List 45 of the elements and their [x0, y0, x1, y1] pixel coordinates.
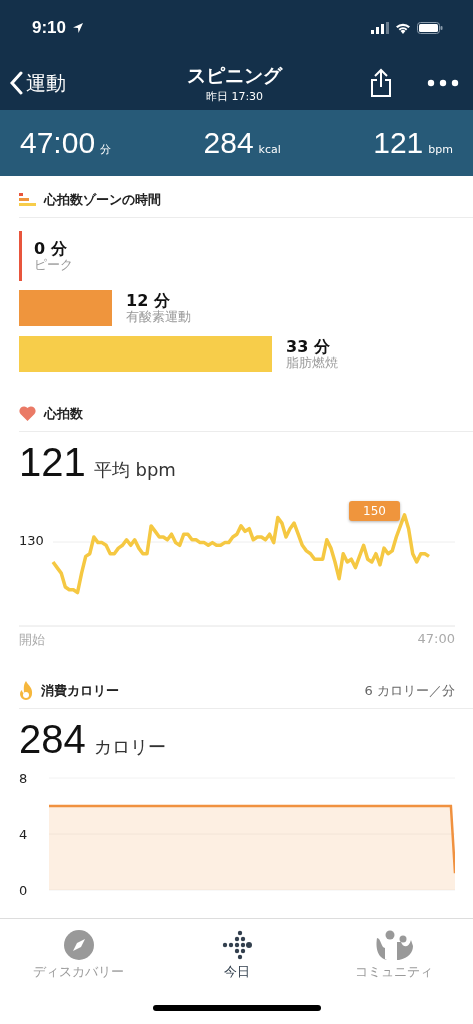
battery-icon — [417, 22, 443, 34]
dots-logo-icon — [221, 929, 252, 960]
wifi-icon — [395, 22, 411, 34]
section-title: 心拍数ゾーンの時間 — [44, 190, 162, 209]
heart-icon — [19, 406, 36, 421]
zone-name: ピーク — [34, 257, 73, 272]
back-button[interactable]: 運動 — [10, 69, 130, 97]
location-icon — [72, 22, 85, 34]
axis-tick: 8 — [19, 771, 28, 786]
average-heart-rate: 121 — [19, 440, 86, 485]
summary-value: 47:00 — [20, 126, 96, 160]
axis-tick: 0 — [19, 883, 28, 898]
summary-unit: kcal — [258, 143, 281, 156]
axis-tick: 130 — [19, 533, 44, 548]
flame-icon — [19, 680, 33, 701]
zone-minutes: 33 分 — [286, 338, 330, 356]
section-title: 消費カロリー — [41, 681, 120, 700]
calories-total: 284 — [19, 717, 86, 762]
summary-unit: bpm — [428, 143, 453, 156]
summary-value: 284 — [203, 126, 254, 160]
status-time: 9:10 — [32, 18, 67, 38]
share-icon[interactable] — [369, 68, 393, 98]
zone-name: 脂肪燃焼 — [286, 355, 338, 370]
signal-icon — [371, 22, 389, 34]
tab[interactable]: 今日 — [157, 919, 316, 991]
calories-unit: カロリー — [93, 735, 166, 759]
compass-icon — [63, 929, 94, 960]
chevron-left-icon — [10, 71, 24, 95]
workout-date: 昨日 17:30 — [205, 88, 264, 104]
summary-value: 121 — [373, 126, 424, 160]
section-title: 心拍数 — [44, 404, 84, 423]
heart-rate-unit: 平均 bpm — [93, 458, 176, 482]
axis-tick: 4 — [19, 827, 28, 842]
zone-minutes: 0 分 — [34, 240, 68, 258]
calorie-rate: 6 カロリー／分 — [364, 681, 455, 700]
more-icon[interactable] — [427, 79, 459, 87]
axis-label: 47:00 — [417, 631, 455, 648]
peak-badge: 150 — [349, 501, 400, 521]
axis-label: 開始 — [19, 631, 45, 649]
zone-minutes: 12 分 — [126, 292, 170, 310]
workout-title: スピニング — [187, 62, 282, 88]
summary-unit: 分 — [100, 142, 112, 157]
people-icon — [375, 929, 414, 960]
zones-icon — [19, 192, 36, 207]
zone-name: 有酸素運動 — [126, 309, 191, 324]
